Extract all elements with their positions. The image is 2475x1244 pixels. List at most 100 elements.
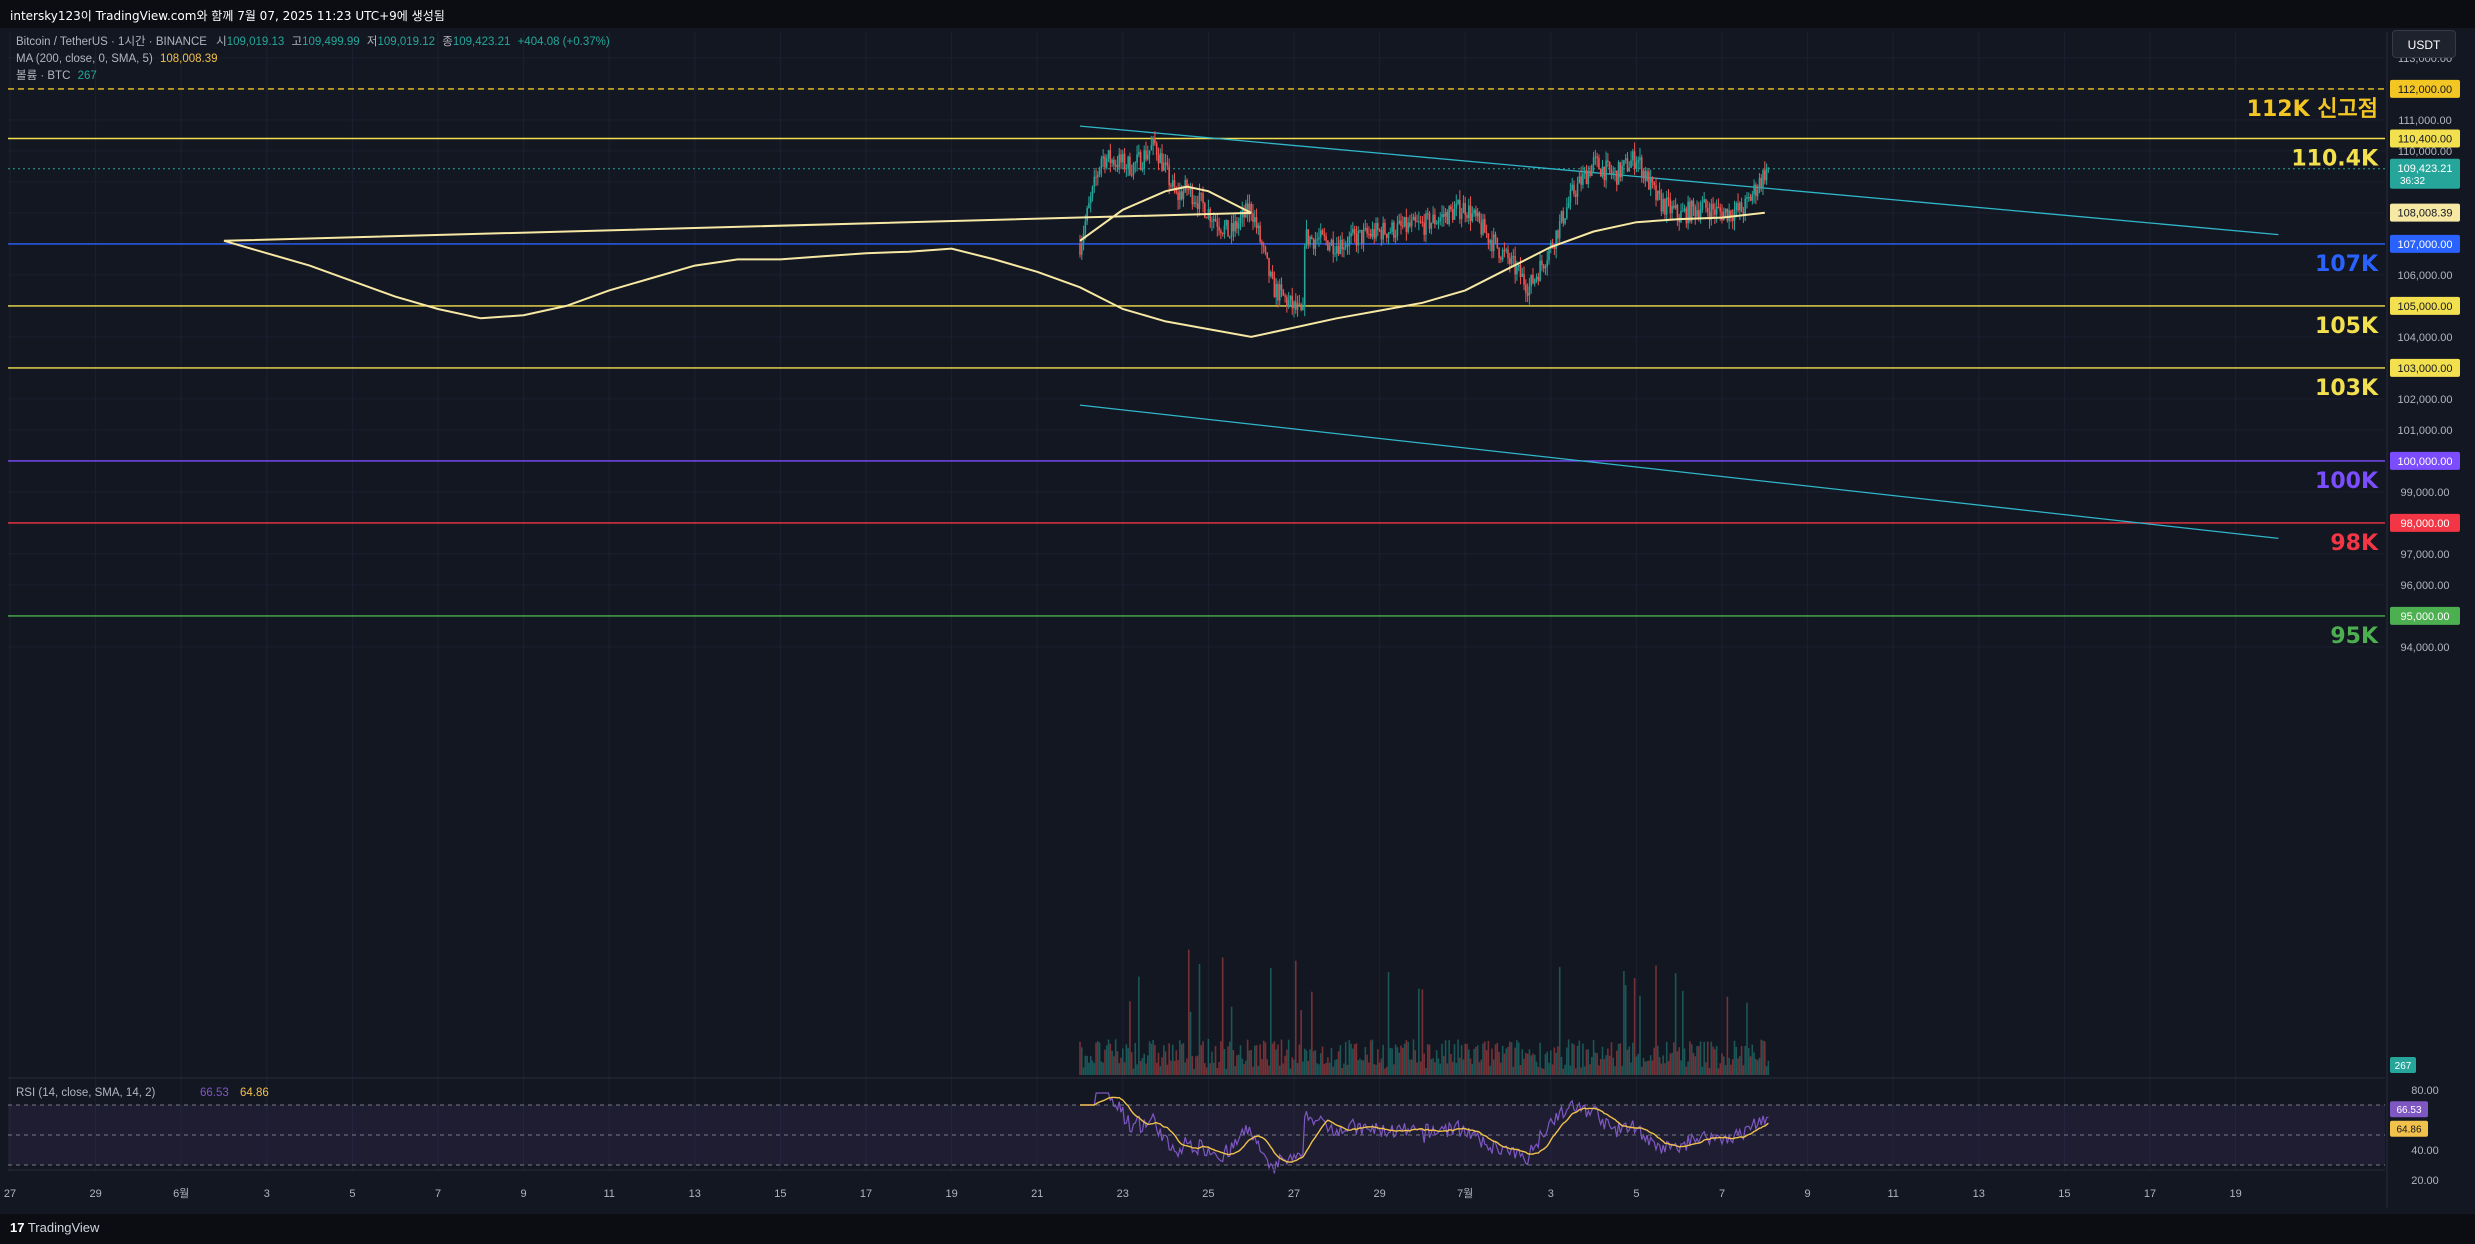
candle-body [1466,215,1468,218]
candle-body [1205,217,1208,219]
candle-body [1669,199,1672,214]
price-tick-label: 102,000.00 [2397,394,2452,406]
candle-body [1175,190,1178,193]
volume-bar [1457,1039,1459,1075]
candle-body [1651,176,1654,183]
candle-body [1419,221,1422,223]
candle-body [1739,202,1741,211]
candle-body [1353,229,1356,235]
candle-body [1464,202,1466,216]
volume-bar [1250,1049,1252,1075]
volume-row[interactable]: 볼륨 · BTC 267 [16,68,610,85]
volume-bar [1319,1053,1322,1075]
candle-body [1535,276,1538,280]
time-tick-label: 27 [1288,1188,1300,1200]
volume-bar [1362,1060,1365,1075]
volume-bar [1482,1043,1484,1075]
price-axis-tags: 112,000.00 110,400.00 107,000.00 105,000.00… [2390,79,2460,1073]
candle-body [1387,232,1390,238]
candle-body [1526,292,1529,296]
candle-body [1567,202,1570,208]
candle-body [1541,260,1543,266]
volume-bar [1655,965,1657,1075]
volume-bar [1689,1041,1691,1075]
candle-body [1257,225,1260,229]
candle-body [1696,210,1698,217]
volume-bar [1280,1039,1283,1075]
volume-bar [1177,1060,1179,1075]
volume-bar [1434,1062,1436,1075]
candle-body [1642,170,1645,178]
candle-body [1134,162,1137,164]
volume-bar [1594,1052,1597,1075]
volume-bar [1139,1061,1142,1075]
trend-channel[interactable] [1079,125,2279,540]
volume-bar [1325,1062,1327,1075]
candle-body [1339,239,1342,254]
candle-body [1186,179,1188,190]
candle-body [1648,171,1650,190]
price-level-tag: 112,000.00 [2398,84,2452,96]
volume-bar [1305,1050,1308,1075]
volume-bar [1264,1042,1267,1075]
candle-body [1182,191,1185,200]
bottom-bar [0,1214,2475,1244]
rsi-tick-label: 20.00 [2411,1175,2439,1187]
currency-button[interactable]: USDT [2392,30,2456,58]
candle-body [1544,266,1547,269]
candle-body [1375,223,1377,239]
volume-bar [1173,1060,1176,1075]
candle-body [1105,158,1108,168]
candle-body [1612,172,1615,175]
time-tick-label: 7월 [1457,1187,1473,1200]
candle-body [1273,277,1276,298]
chart-axes[interactable]: 113,000.00111,000.00110,000.00106,000.00… [4,32,2453,1208]
candle-body [1118,154,1121,168]
volume-bar [1282,1063,1285,1075]
volume-bar [1712,1046,1714,1075]
candle-body [1426,213,1429,215]
trading-chart[interactable]: 112K 신고점 110.4K 107K 105K 103K 100K 98K 95K RSI… [0,28,2475,1214]
horizontal-levels[interactable]: 112K 신고점 110.4K 107K 105K 103K 100K 98K 95K [8,88,2385,649]
rsi-pane[interactable]: RSI (14, close, SMA, 14, 2) 66.53 64.86 80.… [8,1077,2439,1187]
price-level-tag: 110,400.00 [2398,134,2452,146]
candle-body [1685,208,1688,224]
candle-body [1298,303,1301,305]
candle-body [1753,184,1755,195]
volume-bar [1323,1063,1326,1075]
volume-bar [1428,1044,1431,1075]
candle-body [1594,156,1597,158]
volume-bar [1416,1062,1418,1075]
time-tick-label: 11 [1887,1188,1898,1200]
high-label: 고 [291,36,303,48]
time-tick-label: 15 [774,1188,786,1200]
volume-bar [1409,1059,1411,1075]
candle-body [1546,260,1549,267]
price-level-label: 112K 신고점 [2247,97,2378,122]
volume-bar [1607,1048,1609,1075]
volume-bar [1230,1006,1233,1075]
candle-body [1501,249,1504,260]
volume-bar [1703,1041,1705,1075]
price-tick-label: 110,000.00 [2398,146,2452,158]
volume-bar [1129,1001,1131,1075]
volume-bar [1710,1041,1713,1075]
volume-bar [1637,1053,1639,1075]
volume-bar [1525,1052,1527,1075]
ma-row[interactable]: MA (200, close, 0, SMA, 5) 108,008.39 [16,51,610,68]
candle-body [1271,271,1274,278]
volume-bar [1562,1068,1565,1075]
candle-body [1617,162,1620,185]
candle-body [1624,158,1627,161]
volume-bar [1673,1042,1675,1075]
tradingview-logo[interactable]: 17 TradingView [10,1220,99,1235]
volume-bar [1109,1043,1112,1075]
volume-bar [1091,1060,1094,1075]
volume-bar [1582,1043,1584,1075]
candle-body [1278,284,1281,301]
candle-body [1485,232,1488,234]
symbol-title[interactable]: Bitcoin / TetherUS · 1시간 · BINANCE [16,36,207,48]
volume-bar [1585,1049,1588,1075]
volume-bar [1628,1046,1631,1075]
volume-bar [1309,1049,1311,1075]
